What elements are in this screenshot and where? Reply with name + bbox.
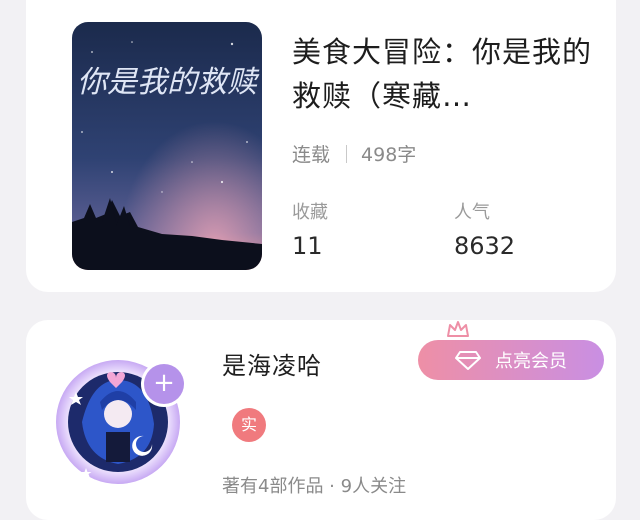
crown-icon — [447, 321, 469, 337]
author-name[interactable]: 是海凌哈 — [222, 346, 322, 381]
author-summary: 著有4部作品 · 9人关注 — [222, 476, 407, 497]
cover-image: 你是我的救赎 — [72, 22, 262, 270]
book-info-card: 你是我的救赎 美食大冒险：你是我的救赎（寒藏… 连载 498字 收藏 11 人气… — [26, 0, 616, 292]
favorites-count: 11 — [292, 232, 323, 260]
avatar-image — [56, 360, 180, 490]
author-avatar[interactable] — [52, 340, 192, 490]
author-card: + 是海凌哈 点亮会员 实 著有4部作品 · 9人关注 — [26, 320, 616, 520]
popularity-count: 8632 — [454, 232, 516, 260]
verified-badge: 实 — [232, 408, 266, 442]
popularity-label: 人气 — [454, 202, 490, 223]
meta-divider — [346, 144, 348, 163]
follow-plus-button[interactable]: + — [144, 364, 184, 404]
book-cover[interactable]: 你是我的救赎 — [72, 22, 262, 270]
vip-button-label: 点亮会员 — [495, 351, 567, 372]
book-title[interactable]: 美食大冒险：你是我的救赎（寒藏… — [292, 30, 592, 118]
word-count: 498字 — [361, 144, 417, 166]
diamond-icon — [455, 351, 481, 370]
book-meta: 连载 498字 — [292, 140, 416, 167]
cover-title: 你是我的救赎 — [77, 65, 260, 100]
serial-status: 连载 — [292, 144, 331, 166]
favorites-label: 收藏 — [292, 202, 328, 223]
vip-button[interactable]: 点亮会员 — [418, 340, 604, 380]
